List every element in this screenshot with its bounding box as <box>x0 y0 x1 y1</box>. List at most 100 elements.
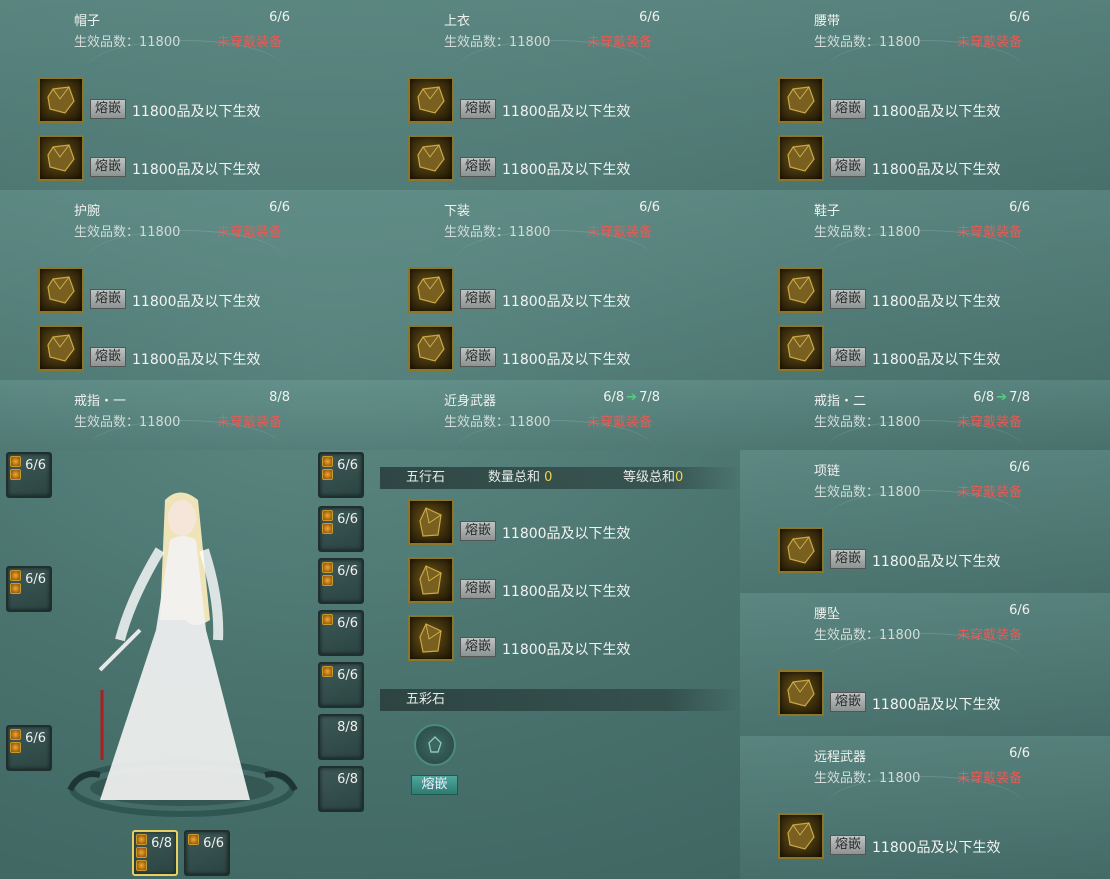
inlay-button[interactable]: 熔嵌 <box>460 99 497 119</box>
character-mini-slot[interactable]: 6/8 <box>318 766 364 812</box>
gem-row: 熔嵌 11800品及以下生效 <box>778 323 1001 371</box>
inlay-button[interactable]: 熔嵌 <box>90 99 127 119</box>
character-mini-slot[interactable]: 6/6 <box>318 452 364 498</box>
wucai-title: 五彩石 <box>406 692 446 707</box>
gem-stone-icon[interactable] <box>38 77 84 123</box>
inlay-button[interactable]: 熔嵌 <box>90 289 127 309</box>
gem-stone-icon[interactable] <box>778 813 824 859</box>
wuxing-stone-icon[interactable] <box>408 615 454 661</box>
slot-name: 项链 <box>814 464 841 479</box>
slot-count: 6/6 <box>639 10 660 25</box>
gem-dot-icon <box>10 729 21 740</box>
slot-name: 护腕 <box>74 204 101 219</box>
wuxing-stone-icon[interactable] <box>408 499 454 545</box>
effective-quality: 生效品数：11800 <box>444 415 551 430</box>
gem-rule-text: 11800品及以下生效 <box>502 526 631 542</box>
slot-count: 6/8 ➔ 7/8 <box>973 390 1030 405</box>
slot-count: 6/8 ➔ 7/8 <box>603 390 660 405</box>
inlay-button[interactable]: 熔嵌 <box>830 549 867 569</box>
slot-panel-bracer: 护腕 6/6 生效品数：11800 未穿戴装备 熔嵌 11800品及以下生效 熔… <box>0 190 370 380</box>
wuxing-header: 五行石 数量总和 0 等级总和0 <box>380 467 740 489</box>
inlay-button[interactable]: 熔嵌 <box>830 157 867 177</box>
gem-stone-icon[interactable] <box>38 135 84 181</box>
slot-panel-waist-pendant: 腰坠 6/6 生效品数：11800 未穿戴装备 熔嵌 11800品及以下生效 <box>740 593 1110 736</box>
slot-count: 6/6 <box>1009 460 1030 475</box>
character-model <box>67 492 298 817</box>
inlay-button[interactable]: 熔嵌 <box>90 157 127 177</box>
character-mini-slot[interactable]: 6/6 <box>6 566 52 612</box>
mini-slot-count: 6/6 <box>337 616 358 631</box>
wuxing-stone-icon[interactable] <box>408 557 454 603</box>
character-mini-slot[interactable]: 6/6 <box>318 610 364 656</box>
character-mini-slot[interactable]: 6/6 <box>318 558 364 604</box>
gem-rule-text: 11800品及以下生效 <box>502 584 631 600</box>
wuxing-count: 数量总和 0 <box>488 470 553 485</box>
slot-count: 6/6 <box>1009 200 1030 215</box>
inlay-button[interactable]: 熔嵌 <box>830 692 867 712</box>
gem-rule-text: 11800品及以下生效 <box>872 352 1001 368</box>
mini-slot-count: 6/8 <box>337 772 358 787</box>
slot-count: 6/6 <box>1009 603 1030 618</box>
gem-rule-text: 11800品及以下生效 <box>502 642 631 658</box>
gem-row: 熔嵌 11800品及以下生效 <box>38 133 261 181</box>
slot-panel-ring-2: 戒指・二 6/8 ➔ 7/8 生效品数：11800 未穿戴装备 <box>740 380 1110 450</box>
gem-stone-icon[interactable] <box>38 325 84 371</box>
gem-row: 熔嵌 11800品及以下生效 <box>408 323 631 371</box>
gem-stone-icon[interactable] <box>38 267 84 313</box>
gem-dot-icon <box>322 456 333 467</box>
gem-rule-text: 11800品及以下生效 <box>872 697 1001 713</box>
slot-name: 近身武器 <box>444 394 497 409</box>
gem-stone-icon[interactable] <box>778 267 824 313</box>
gem-dot-icon <box>10 456 21 467</box>
gem-rule-text: 11800品及以下生效 <box>872 554 1001 570</box>
gem-stone-icon[interactable] <box>408 77 454 123</box>
gem-dot-icon <box>136 834 147 845</box>
not-equipped-status: 未穿戴装备 <box>217 415 283 430</box>
not-equipped-status: 未穿戴装备 <box>957 225 1023 240</box>
gem-row: 熔嵌 11800品及以下生效 <box>778 133 1001 181</box>
inlay-button[interactable]: 熔嵌 <box>830 99 867 119</box>
wucai-inlay-button[interactable]: 熔嵌 <box>411 775 458 795</box>
gem-dot-icon <box>10 469 21 480</box>
inlay-button[interactable]: 熔嵌 <box>830 347 867 367</box>
gem-dot-icon <box>136 860 147 871</box>
gem-stone-icon[interactable] <box>778 670 824 716</box>
not-equipped-status: 未穿戴装备 <box>217 225 283 240</box>
slot-panel-pants: 下装 6/6 生效品数：11800 未穿戴装备 熔嵌 11800品及以下生效 熔… <box>370 190 740 380</box>
slot-count: 6/6 <box>639 200 660 215</box>
inlay-button[interactable]: 熔嵌 <box>460 289 497 309</box>
inlay-button[interactable]: 熔嵌 <box>460 521 497 541</box>
weapon-mini-slot[interactable]: 6/6 <box>184 830 230 876</box>
gem-stone-icon[interactable] <box>778 325 824 371</box>
gem-stone-icon[interactable] <box>778 527 824 573</box>
slot-count: 6/6 <box>1009 10 1030 25</box>
slot-count: 6/6 <box>1009 746 1030 761</box>
gem-stone-icon[interactable] <box>408 325 454 371</box>
inlay-button[interactable]: 熔嵌 <box>460 347 497 367</box>
gem-stone-icon[interactable] <box>408 135 454 181</box>
slot-name: 上衣 <box>444 14 471 29</box>
inlay-button[interactable]: 熔嵌 <box>830 835 867 855</box>
inlay-button[interactable]: 熔嵌 <box>830 289 867 309</box>
slot-count: 8/8 <box>269 390 290 405</box>
wucai-slot-icon[interactable] <box>414 724 456 766</box>
weapon-mini-slot-selected[interactable]: 6/8 <box>132 830 178 876</box>
character-mini-slot[interactable]: 6/6 <box>6 725 52 771</box>
character-mini-slot[interactable]: 6/6 <box>318 662 364 708</box>
gem-stone-icon[interactable] <box>778 135 824 181</box>
effective-quality: 生效品数：11800 <box>814 225 921 240</box>
inlay-button[interactable]: 熔嵌 <box>460 157 497 177</box>
wuxing-gem-row: 熔嵌 11800品及以下生效 <box>408 613 631 661</box>
gem-row: 熔嵌 11800品及以下生效 <box>38 75 261 123</box>
inlay-button[interactable]: 熔嵌 <box>90 347 127 367</box>
gem-stone-icon[interactable] <box>408 267 454 313</box>
character-mini-slot[interactable]: 6/6 <box>6 452 52 498</box>
not-equipped-status: 未穿戴装备 <box>217 35 283 50</box>
character-mini-slot[interactable]: 8/8 <box>318 714 364 760</box>
gem-stone-icon[interactable] <box>778 77 824 123</box>
character-mini-slot[interactable]: 6/6 <box>318 506 364 552</box>
inlay-button[interactable]: 熔嵌 <box>460 579 497 599</box>
inlay-button[interactable]: 熔嵌 <box>460 637 497 657</box>
effective-quality: 生效品数：11800 <box>74 415 181 430</box>
not-equipped-status: 未穿戴装备 <box>957 415 1023 430</box>
